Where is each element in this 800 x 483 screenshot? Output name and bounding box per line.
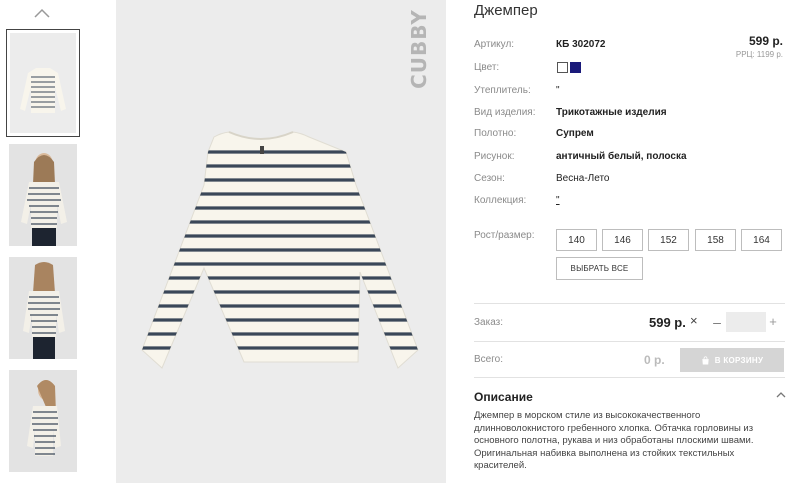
- order-price: 599 р.: [649, 315, 686, 330]
- thumbnail-1-image: [10, 33, 76, 133]
- pattern-value: античный белый, полоска: [556, 151, 687, 162]
- main-product-image: CUBBY: [116, 0, 446, 483]
- color-swatch-navy[interactable]: [570, 62, 581, 73]
- color-label: Цвет:: [474, 62, 500, 73]
- size-option-158[interactable]: 158: [695, 229, 736, 251]
- size-label: Рост/размер:: [474, 230, 535, 241]
- type-label: Вид изделия:: [474, 107, 536, 118]
- description-text: Джемпер в морском стиле из высококачеств…: [474, 410, 754, 471]
- thumbnail-3-image: [9, 257, 77, 359]
- divider: [474, 341, 785, 342]
- thumbnail-3[interactable]: [6, 256, 80, 360]
- article-label: Артикул:: [474, 39, 515, 50]
- add-to-cart-label: В КОРЗИНУ: [714, 355, 764, 365]
- quantity-input[interactable]: [726, 312, 766, 332]
- thumbnail-2-image: [9, 144, 77, 246]
- shopping-bag-icon: [702, 355, 709, 365]
- add-to-cart-button[interactable]: В КОРЗИНУ: [680, 348, 784, 372]
- recommended-price: РРЦ: 1199 р.: [735, 50, 783, 59]
- total-label: Всего:: [474, 354, 503, 365]
- chevron-up-icon[interactable]: [32, 6, 52, 20]
- thumbnail-2[interactable]: [6, 143, 80, 247]
- select-all-sizes-button[interactable]: ВЫБРАТЬ ВСЕ: [556, 257, 643, 280]
- article-value: КБ 302072: [556, 39, 606, 50]
- collection-label: Коллекция:: [474, 195, 527, 206]
- pattern-label: Рисунок:: [474, 151, 515, 162]
- product-details: Джемпер 599 р. РРЦ: 1199 р. Артикул: КБ …: [474, 0, 800, 483]
- insulation-value: ": [556, 85, 560, 96]
- size-option-146[interactable]: 146: [602, 229, 643, 251]
- size-option-164[interactable]: 164: [741, 229, 782, 251]
- description-title: Описание: [474, 390, 533, 404]
- type-value: Трикотажные изделия: [556, 107, 667, 118]
- color-swatch-white[interactable]: [557, 62, 568, 73]
- chevron-up-icon[interactable]: [776, 391, 786, 399]
- size-option-152[interactable]: 152: [648, 229, 689, 251]
- size-option-140[interactable]: 140: [556, 229, 597, 251]
- divider: [474, 303, 785, 304]
- jumper-illustration: [141, 131, 419, 369]
- quantity-increase-button[interactable]: +: [767, 314, 779, 329]
- product-price: 599 р.: [748, 34, 783, 48]
- insulation-label: Утеплитель:: [474, 85, 531, 96]
- thumbnail-4-image: [9, 370, 77, 472]
- fabric-value: Супрем: [556, 128, 594, 139]
- thumbnail-strip: [0, 0, 86, 483]
- fabric-label: Полотно:: [474, 128, 517, 139]
- order-label: Заказ:: [474, 317, 504, 328]
- season-value: Весна-Лето: [556, 173, 610, 184]
- quantity-decrease-button[interactable]: –: [711, 314, 723, 330]
- remove-order-icon[interactable]: ×: [690, 313, 702, 328]
- brand-logo: CUBBY: [407, 9, 431, 89]
- divider: [474, 377, 785, 378]
- product-title: Джемпер: [474, 2, 538, 19]
- season-label: Сезон:: [474, 173, 505, 184]
- thumbnail-1[interactable]: [6, 29, 80, 137]
- thumbnail-4[interactable]: [6, 369, 80, 473]
- total-value: 0 р.: [644, 353, 665, 367]
- collection-link[interactable]: ": [556, 195, 560, 206]
